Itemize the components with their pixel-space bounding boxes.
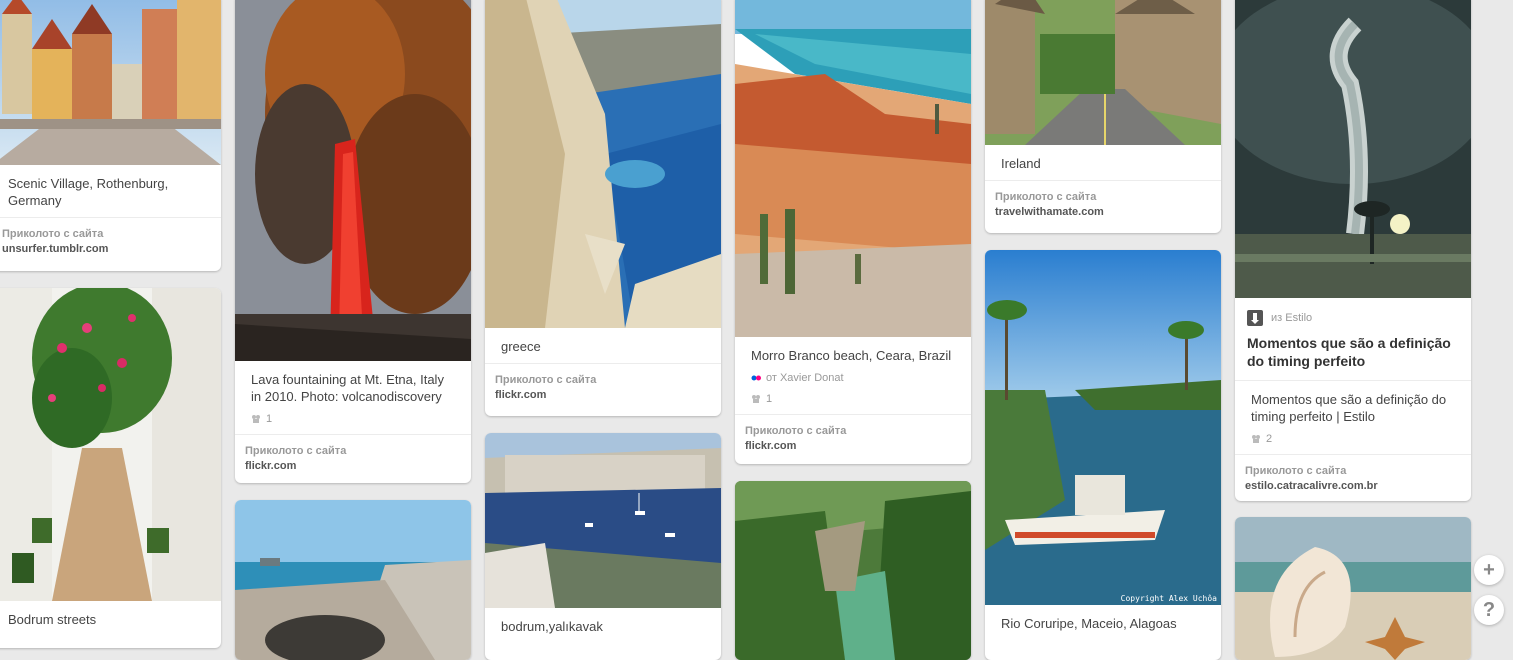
pin-attribution[interactable]: Приколото с сайта estilo.catracalivre.co… <box>1235 455 1471 501</box>
pin-greece[interactable]: greece Приколото с сайта flickr.com <box>485 0 721 416</box>
repin-count-value: 1 <box>766 393 773 405</box>
pin-seashell[interactable] <box>1235 517 1471 660</box>
attribution-label: Приколото с сайта <box>2 228 104 240</box>
pin-image[interactable] <box>485 433 721 608</box>
pin-image[interactable] <box>485 0 721 328</box>
pin-coruripe[interactable]: Copyright Alex Uchôa Rio Coruripe, Macei… <box>985 250 1221 660</box>
pin-canyon[interactable] <box>735 481 971 660</box>
repin-count: 1 <box>735 393 971 414</box>
flickr-icon <box>751 373 761 383</box>
pin-rothenburg[interactable]: Scenic Village, Rothenburg, Germany Прик… <box>0 0 221 271</box>
attribution-label: Приколото с сайта <box>995 191 1097 203</box>
pin-image[interactable] <box>0 0 221 165</box>
pin-image[interactable] <box>0 288 221 601</box>
pin-image[interactable] <box>735 481 971 660</box>
pin-attribution[interactable]: Приколото с сайта flickr.com <box>485 364 721 413</box>
attribution-label: Приколото с сайта <box>495 374 597 386</box>
pin-description: Momentos que são a definição do timing p… <box>1251 392 1447 424</box>
pin-image[interactable] <box>1235 0 1471 298</box>
pin-image[interactable] <box>235 0 471 361</box>
pin-description: Rio Coruripe, Maceio, Alagoas <box>1001 616 1177 631</box>
repin-count: 2 <box>1235 433 1471 454</box>
repin-count: 1 <box>235 413 471 434</box>
help-button[interactable]: ? <box>1474 595 1504 625</box>
pin-ireland[interactable]: Ireland Приколото с сайта travelwithamat… <box>985 0 1221 233</box>
attribution-domain[interactable]: unsurfer.tumblr.com <box>2 242 211 257</box>
repin-count-value: 1 <box>266 413 273 425</box>
pin-yalikavak[interactable]: bodrum,yalıkavak <box>485 433 721 660</box>
attribution-domain[interactable]: flickr.com <box>245 459 461 474</box>
rich-pin-source-label[interactable]: из Estilo <box>1271 312 1312 324</box>
attribution-domain[interactable]: flickr.com <box>495 388 711 403</box>
pin-morro-branco[interactable]: Morro Branco beach, Ceara, Brazil от Xav… <box>735 0 971 464</box>
repin-count-value: 2 <box>1266 433 1273 445</box>
attribution-domain[interactable]: estilo.catracalivre.com.br <box>1245 479 1461 494</box>
pin-image[interactable] <box>1235 517 1471 660</box>
attribution-domain[interactable]: travelwithamate.com <box>995 205 1211 220</box>
rich-pin-title[interactable]: Momentos que são a definição do timing p… <box>1235 330 1471 380</box>
repin-icon <box>751 394 761 404</box>
pin-image[interactable] <box>985 0 1221 145</box>
pin-image[interactable]: Copyright Alex Uchôa <box>985 250 1221 605</box>
pin-from-user[interactable]: от Xavier Donat <box>735 372 971 393</box>
rich-pin-source[interactable]: из Estilo <box>1235 298 1471 330</box>
pin-image[interactable] <box>235 500 471 660</box>
pin-description: Ireland <box>1001 156 1041 171</box>
attribution-label: Приколото с сайта <box>745 425 847 437</box>
pin-description: Morro Branco beach, Ceara, Brazil <box>751 348 952 363</box>
attribution-label: Приколото с сайта <box>245 445 347 457</box>
pin-description: greece <box>501 339 541 354</box>
pin-attribution[interactable]: Приколото с сайта travelwithamate.com <box>985 181 1221 230</box>
pin-description: Lava fountaining at Mt. Etna, Italy in 2… <box>251 372 444 404</box>
pin-description: Scenic Village, Rothenburg, Germany <box>8 176 169 208</box>
plus-icon: + <box>1483 558 1495 581</box>
question-mark-icon: ? <box>1482 598 1496 621</box>
image-watermark: Copyright Alex Uchôa <box>1121 593 1218 603</box>
from-user-name[interactable]: от Xavier Donat <box>766 372 844 384</box>
pin-bodrum-streets[interactable]: Bodrum streets <box>0 288 221 648</box>
repin-icon <box>251 414 261 424</box>
pin-description: Bodrum streets <box>8 612 97 627</box>
pin-attribution[interactable]: Приколото с сайта unsurfer.tumblr.com <box>0 218 221 267</box>
pin-image[interactable] <box>735 0 971 337</box>
add-pin-button[interactable]: + <box>1474 555 1504 585</box>
repin-icon <box>1251 434 1261 444</box>
pin-description: bodrum,yalıkavak <box>501 619 603 634</box>
pin-attribution[interactable]: Приколото с сайта flickr.com <box>235 435 471 483</box>
estilo-logo-icon <box>1247 310 1263 326</box>
pin-etna[interactable]: Lava fountaining at Mt. Etna, Italy in 2… <box>235 0 471 483</box>
attribution-domain[interactable]: flickr.com <box>745 439 961 454</box>
pin-estilo[interactable]: из Estilo Momentos que são a definição d… <box>1235 0 1471 501</box>
pin-beach-cave[interactable] <box>235 500 471 660</box>
attribution-label: Приколото с сайта <box>1245 465 1347 477</box>
pin-attribution[interactable]: Приколото с сайта flickr.com <box>735 415 971 464</box>
